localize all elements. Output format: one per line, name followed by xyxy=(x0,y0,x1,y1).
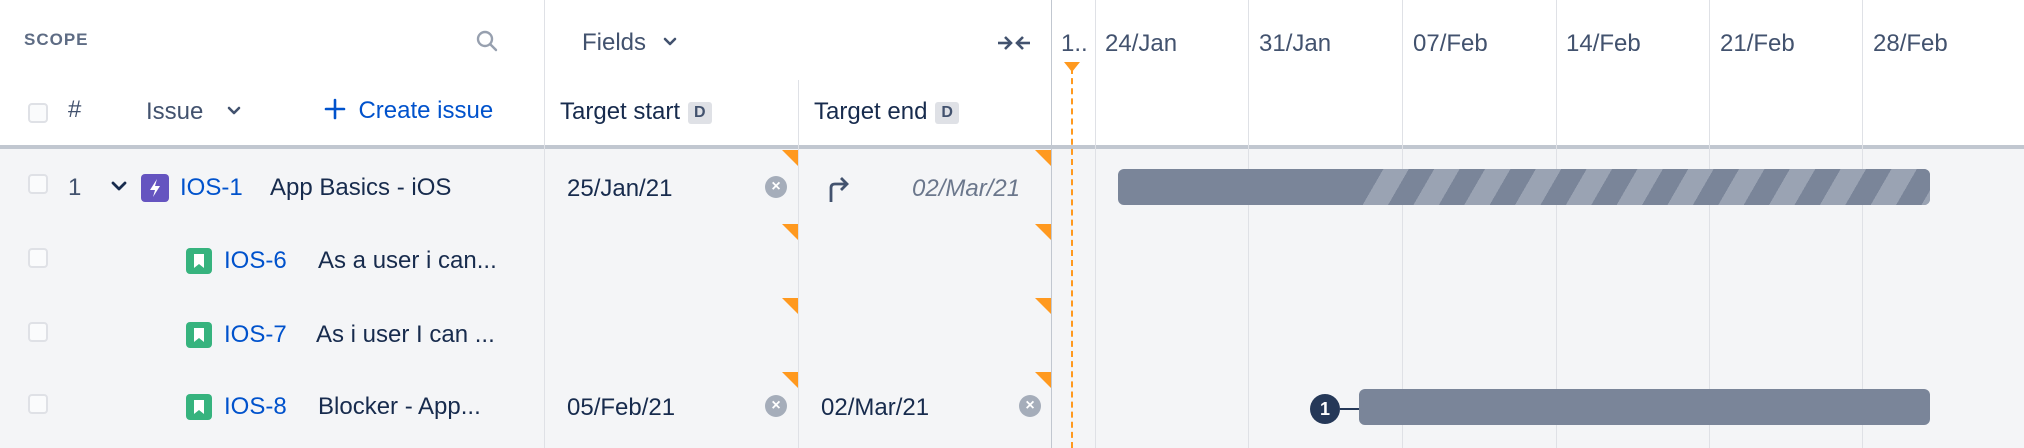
row-checkbox[interactable] xyxy=(28,394,48,414)
date-type-badge: D xyxy=(688,102,712,124)
epic-icon xyxy=(141,174,169,202)
timeline-bar[interactable] xyxy=(1118,169,1930,205)
date-type-badge: D xyxy=(935,102,959,124)
warning-flag xyxy=(782,224,798,240)
number-column-header: # xyxy=(68,96,82,123)
clear-date-icon[interactable]: × xyxy=(765,395,787,417)
warning-flag xyxy=(782,372,798,388)
warning-flag xyxy=(1035,372,1051,388)
issue-key-link[interactable]: IOS-8 xyxy=(224,393,287,421)
target-start-value[interactable]: 25/Jan/21 xyxy=(567,175,672,203)
warning-flag xyxy=(1035,224,1051,240)
warning-flag xyxy=(1035,150,1051,166)
today-marker-arrow xyxy=(1064,62,1080,72)
issue-summary[interactable]: App Basics - iOS xyxy=(270,174,451,202)
warning-flag xyxy=(782,150,798,166)
today-marker-label: 1.. xyxy=(1061,30,1088,57)
issue-summary[interactable]: As i user I can ... xyxy=(316,321,495,349)
week-label: 28/Feb xyxy=(1873,30,1948,57)
story-icon xyxy=(186,394,212,420)
collapse-fields-icon[interactable] xyxy=(996,30,1032,56)
row-number: 1 xyxy=(68,174,82,201)
dependency-line xyxy=(1340,408,1360,410)
row-checkbox[interactable] xyxy=(28,174,48,194)
header: SCOPE # Issue Create issue Fields Target… xyxy=(0,0,2024,146)
issue-key-link[interactable]: IOS-1 xyxy=(180,174,243,202)
clear-date-icon[interactable]: × xyxy=(765,176,787,198)
select-all-checkbox[interactable] xyxy=(28,103,48,123)
target-end-label: Target end xyxy=(814,98,928,125)
chevron-down-icon[interactable] xyxy=(110,180,128,199)
row-checkbox[interactable] xyxy=(28,248,48,268)
week-label: 24/Jan xyxy=(1105,30,1178,57)
target-end-value[interactable]: 02/Mar/21 xyxy=(821,394,929,422)
chevron-down-icon xyxy=(226,104,242,122)
create-issue-label: Create issue xyxy=(358,97,494,124)
target-start-label: Target start xyxy=(560,98,681,125)
story-icon xyxy=(186,248,212,274)
clear-date-icon[interactable]: × xyxy=(1019,395,1041,417)
search-icon[interactable] xyxy=(474,28,500,54)
fields-dropdown[interactable]: Fields xyxy=(582,29,678,61)
table-row[interactable]: 1 IOS-1 App Basics - iOS 25/Jan/21 × 02/… xyxy=(0,150,2024,224)
header-divider xyxy=(0,145,2024,149)
target-start-header[interactable]: Target start D xyxy=(560,98,712,126)
timeline-bar-inferred xyxy=(1358,169,1930,205)
dependency-count-badge[interactable]: 1 xyxy=(1310,394,1340,424)
issue-column-label: Issue xyxy=(146,98,204,125)
warning-flag xyxy=(1035,298,1051,314)
table-row[interactable]: IOS-6 As a user i can... xyxy=(0,224,2024,298)
target-end-value[interactable]: 02/Mar/21 xyxy=(912,175,1020,203)
issue-summary[interactable]: Blocker - App... xyxy=(318,393,481,421)
week-label: 07/Feb xyxy=(1413,30,1488,57)
plus-icon xyxy=(324,98,346,125)
target-end-header[interactable]: Target end D xyxy=(814,98,959,126)
target-start-value[interactable]: 05/Feb/21 xyxy=(567,394,675,422)
week-label: 31/Jan xyxy=(1259,30,1332,57)
create-issue-button[interactable]: Create issue xyxy=(324,97,493,129)
issue-key-link[interactable]: IOS-7 xyxy=(224,321,287,349)
scope-title: SCOPE xyxy=(24,30,89,49)
story-icon xyxy=(186,322,212,348)
table-row[interactable]: IOS-7 As i user I can ... xyxy=(0,298,2024,372)
issue-key-link[interactable]: IOS-6 xyxy=(224,247,287,275)
inherited-date-arrow-icon xyxy=(826,174,852,209)
fields-label: Fields xyxy=(582,29,647,56)
timeline-bar[interactable] xyxy=(1359,389,1930,425)
warning-flag xyxy=(782,298,798,314)
issue-column-dropdown[interactable]: Issue xyxy=(146,98,242,130)
week-label: 21/Feb xyxy=(1720,30,1795,57)
table-row[interactable]: IOS-8 Blocker - App... 05/Feb/21 × 02/Ma… xyxy=(0,372,2024,446)
row-checkbox[interactable] xyxy=(28,322,48,342)
issue-summary[interactable]: As a user i can... xyxy=(318,247,497,275)
chevron-down-icon xyxy=(662,35,678,53)
week-label: 14/Feb xyxy=(1566,30,1641,57)
